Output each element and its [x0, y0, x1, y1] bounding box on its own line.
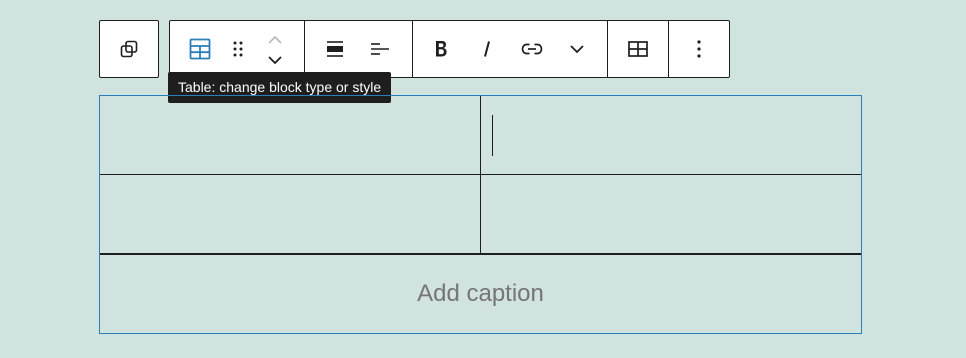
toolbar-separator — [668, 21, 669, 77]
table-edit-icon — [628, 41, 648, 57]
block-toolbar-parent-group — [99, 20, 159, 78]
table-cell[interactable] — [100, 96, 480, 175]
table-row-divider — [100, 174, 861, 175]
table-cell[interactable] — [481, 176, 861, 254]
table-caption-input[interactable]: Add caption — [100, 254, 861, 333]
align-button[interactable] — [317, 21, 353, 77]
edit-table-button[interactable] — [620, 21, 656, 77]
drag-handle-button[interactable] — [222, 21, 254, 77]
table-cell-active[interactable] — [481, 96, 861, 175]
toolbar-separator — [412, 21, 413, 77]
link-icon — [521, 43, 543, 55]
bold-button[interactable] — [424, 21, 458, 77]
chevron-down-icon — [570, 45, 584, 54]
text-align-button[interactable] — [362, 21, 398, 77]
table-block[interactable]: Add caption — [99, 95, 862, 334]
table-icon — [189, 38, 211, 60]
italic-button[interactable] — [470, 21, 504, 77]
toolbar-separator — [607, 21, 608, 77]
align-text-left-icon — [371, 43, 389, 55]
move-down-button[interactable] — [259, 49, 291, 71]
move-up-button[interactable] — [259, 29, 291, 51]
text-caret — [492, 115, 493, 156]
block-toolbar — [169, 20, 730, 78]
chevron-up-icon — [268, 35, 282, 44]
table-column-divider — [480, 96, 481, 254]
options-button[interactable] — [681, 21, 717, 77]
align-wide-icon — [327, 41, 343, 57]
table-cell[interactable] — [100, 176, 480, 254]
drag-handle-icon — [233, 41, 243, 57]
select-parent-icon — [120, 40, 138, 58]
link-button[interactable] — [514, 21, 550, 77]
italic-icon — [484, 41, 490, 57]
more-vertical-icon — [697, 40, 701, 58]
bold-icon — [436, 41, 447, 57]
chevron-down-icon — [268, 56, 282, 65]
block-mover — [259, 21, 291, 77]
toolbar-separator — [304, 21, 305, 77]
block-type-button[interactable] — [182, 21, 218, 77]
more-rich-text-button[interactable] — [560, 21, 594, 77]
select-parent-button[interactable] — [100, 21, 158, 77]
